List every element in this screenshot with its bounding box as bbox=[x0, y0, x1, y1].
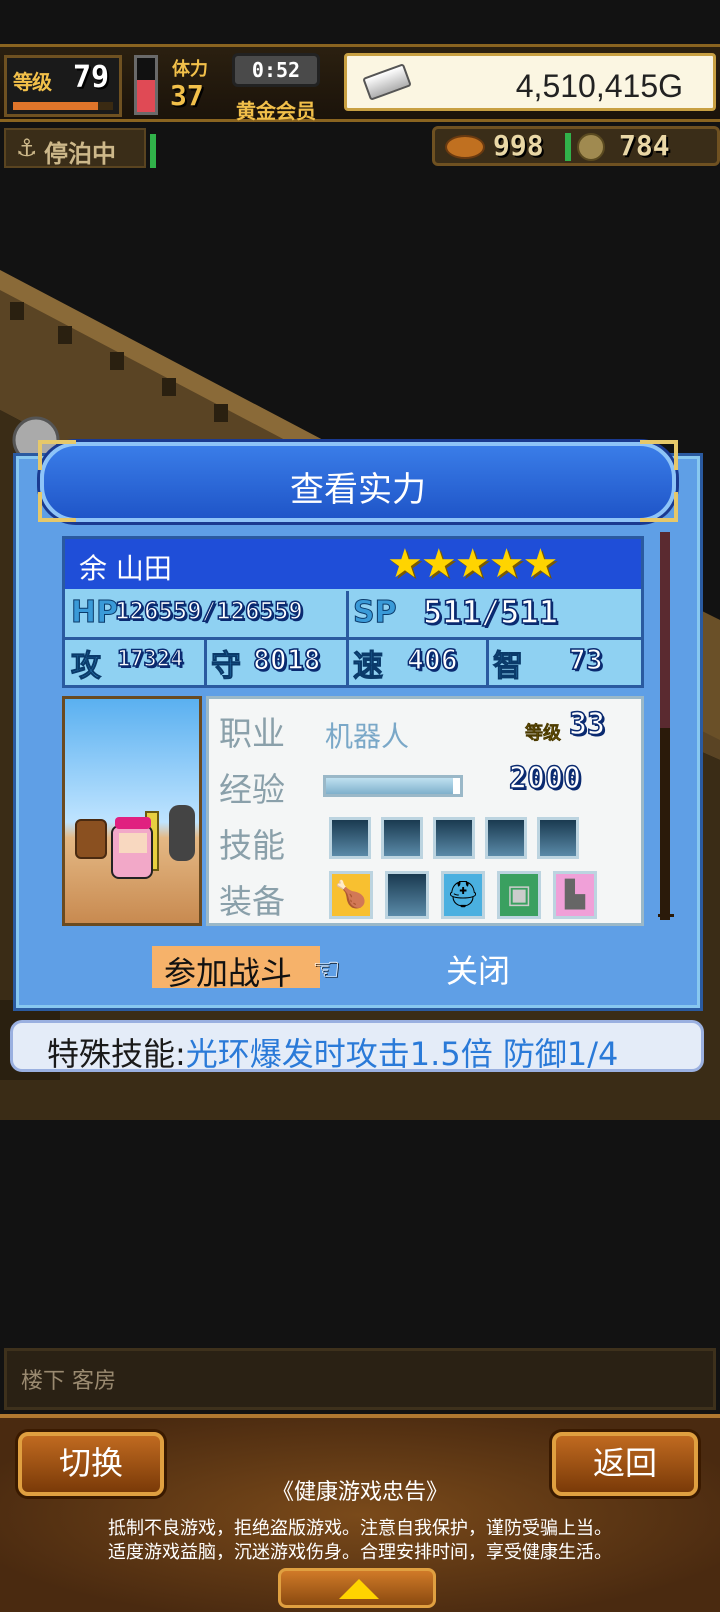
speed-value: 406 bbox=[406, 642, 458, 677]
hero-face bbox=[119, 833, 147, 853]
sp-value: 511/511 bbox=[422, 592, 558, 632]
health-notice-line-2: 适度游戏益脑，沉迷游戏伤身。合理安排时间，享受健康生活。 bbox=[108, 1542, 612, 1563]
close-button[interactable]: 关闭 bbox=[424, 946, 532, 990]
sp-cell: SP 511/511 bbox=[349, 591, 641, 637]
skill-slot-1[interactable] bbox=[329, 817, 371, 859]
intelligence-label: 智 bbox=[493, 649, 524, 685]
job-value: 机器人 bbox=[325, 720, 410, 753]
expand-menu-button[interactable] bbox=[278, 1568, 436, 1608]
health-notice-title: 《健康游戏忠告》 bbox=[271, 1480, 448, 1505]
stat-panel: 余 山田 ★★★★★ HP 126559/126559 SP 511/511 攻… bbox=[62, 536, 644, 688]
dialog-title: 查看实力 bbox=[290, 470, 426, 510]
hp-value: 126559/126559 bbox=[114, 596, 303, 626]
skill-slot-5[interactable] bbox=[537, 817, 579, 859]
dock-status-panel: ⚓ 停泊中 bbox=[4, 128, 146, 168]
up-arrow-icon bbox=[339, 1579, 379, 1599]
level-value: 79 bbox=[73, 60, 110, 95]
intelligence-value: 73 bbox=[568, 642, 603, 677]
exp-progress-fill bbox=[326, 778, 454, 794]
name-row: 余 山田 ★★★★★ bbox=[65, 539, 641, 589]
skill-slot-3[interactable] bbox=[433, 817, 475, 859]
coin-value: 784 bbox=[619, 129, 670, 162]
speed-label: 速 bbox=[353, 649, 384, 685]
attack-cell: 攻 17324 bbox=[65, 639, 207, 685]
top-hud: 等级 79 体力 37 0:52 黄金会员 4,510,415G bbox=[0, 44, 720, 124]
attribute-row: 攻 17324 守 8018 速 406 智 73 bbox=[65, 639, 641, 685]
helmet-icon[interactable]: ⛑ bbox=[441, 871, 485, 919]
stamina-label: 体力 bbox=[172, 59, 208, 80]
coin-icon bbox=[577, 133, 605, 161]
character-name: 余 山田 bbox=[79, 552, 172, 585]
hp-sp-row: HP 126559/126559 SP 511/511 bbox=[65, 591, 641, 637]
special-skill-value: 光环爆发时攻击1.5倍 防御1/4 bbox=[185, 1035, 619, 1073]
level-panel: 等级 79 bbox=[4, 55, 122, 117]
armor-icon[interactable]: ▣ bbox=[497, 871, 541, 919]
hero-bow bbox=[115, 817, 151, 829]
job-label: 职业 bbox=[219, 714, 285, 753]
dock-status-label: 停泊中 bbox=[44, 140, 116, 168]
room-location: 楼下 客房 bbox=[21, 1369, 116, 1394]
cannon-sprite bbox=[169, 805, 195, 861]
health-notice-line-1: 抵制不良游戏，拒绝盗版游戏。注意自我保护，谨防受骗上当。 bbox=[108, 1518, 612, 1539]
star-rating: ★★★★★ bbox=[387, 541, 558, 587]
info-panel: 职业 机器人 等级 33 经验 2000 技能 装备 🍗 ⛑ ▣ ▙ bbox=[206, 696, 644, 926]
anchor-icon: ⚓ bbox=[16, 134, 38, 162]
club-icon[interactable]: 🍗 bbox=[329, 871, 373, 919]
rank-value: 33 bbox=[568, 706, 606, 743]
resource-divider bbox=[565, 133, 571, 161]
stamina-value: 37 bbox=[170, 79, 204, 112]
intelligence-cell: 智 73 bbox=[489, 639, 641, 685]
rank-label: 等级 bbox=[525, 723, 562, 745]
gold-panel[interactable]: 4,510,415G bbox=[344, 53, 716, 111]
exp-label: 经验 bbox=[219, 770, 285, 809]
join-battle-label: 参加战斗 bbox=[164, 954, 293, 992]
bottom-panel: 切换 返回 《健康游戏忠告》 抵制不良游戏，拒绝盗版游戏。注意自我保护，谨防受骗… bbox=[0, 1414, 720, 1612]
stamina-gauge bbox=[134, 55, 158, 115]
attack-value: 17324 bbox=[116, 646, 184, 673]
stamina-timer: 0:52 bbox=[232, 53, 320, 87]
food-icon bbox=[445, 135, 485, 159]
room-location-bar: 楼下 客房 bbox=[4, 1348, 716, 1410]
barrel-sprite bbox=[75, 819, 107, 859]
skill-label: 技能 bbox=[219, 826, 285, 865]
defense-value: 8018 bbox=[252, 642, 321, 677]
resource-panel[interactable]: 998 784 bbox=[432, 126, 720, 166]
pointing-hand-icon: ☜ bbox=[312, 950, 341, 988]
food-value: 998 bbox=[493, 129, 544, 162]
scrollbar-end-cap bbox=[658, 914, 674, 917]
sp-label: SP bbox=[353, 595, 398, 631]
exp-value: 2000 bbox=[508, 760, 582, 797]
empty-slot-icon[interactable] bbox=[385, 871, 429, 919]
vip-badge[interactable]: 黄金会员 bbox=[236, 95, 316, 124]
gold-bar-icon bbox=[362, 63, 412, 101]
skill-slot-2[interactable] bbox=[381, 817, 423, 859]
boots-icon[interactable]: ▙ bbox=[553, 871, 597, 919]
special-skill-bar: 特殊技能:光环爆发时攻击1.5倍 防御1/4 bbox=[10, 1020, 704, 1075]
join-battle-button[interactable]: 参加战斗 bbox=[152, 946, 320, 992]
stamina-fill bbox=[137, 79, 155, 112]
level-progress-bar bbox=[13, 102, 113, 110]
exp-progress-bar bbox=[323, 775, 463, 797]
character-portrait bbox=[62, 696, 202, 926]
hp-label: HP bbox=[70, 595, 119, 631]
defense-label: 守 bbox=[211, 649, 242, 685]
scrollbar-thumb[interactable] bbox=[660, 532, 670, 728]
special-skill-text: 特殊技能:光环爆发时攻击1.5倍 防御1/4 bbox=[47, 1029, 618, 1075]
speed-cell: 速 406 bbox=[349, 639, 489, 685]
level-progress-fill bbox=[13, 102, 98, 110]
attack-label: 攻 bbox=[71, 649, 102, 685]
level-label: 等级 bbox=[13, 70, 52, 94]
dialog-scrollbar[interactable] bbox=[660, 532, 670, 920]
skill-slot-4[interactable] bbox=[485, 817, 527, 859]
special-skill-label: 特殊技能: bbox=[47, 1035, 186, 1073]
hp-cell: HP 126559/126559 bbox=[65, 591, 349, 637]
equip-label: 装备 bbox=[219, 882, 285, 921]
hero-sprite bbox=[111, 817, 153, 879]
gold-value: 4,510,415G bbox=[515, 68, 683, 104]
dock-status-indicator bbox=[150, 134, 156, 168]
defense-cell: 守 8018 bbox=[207, 639, 349, 685]
